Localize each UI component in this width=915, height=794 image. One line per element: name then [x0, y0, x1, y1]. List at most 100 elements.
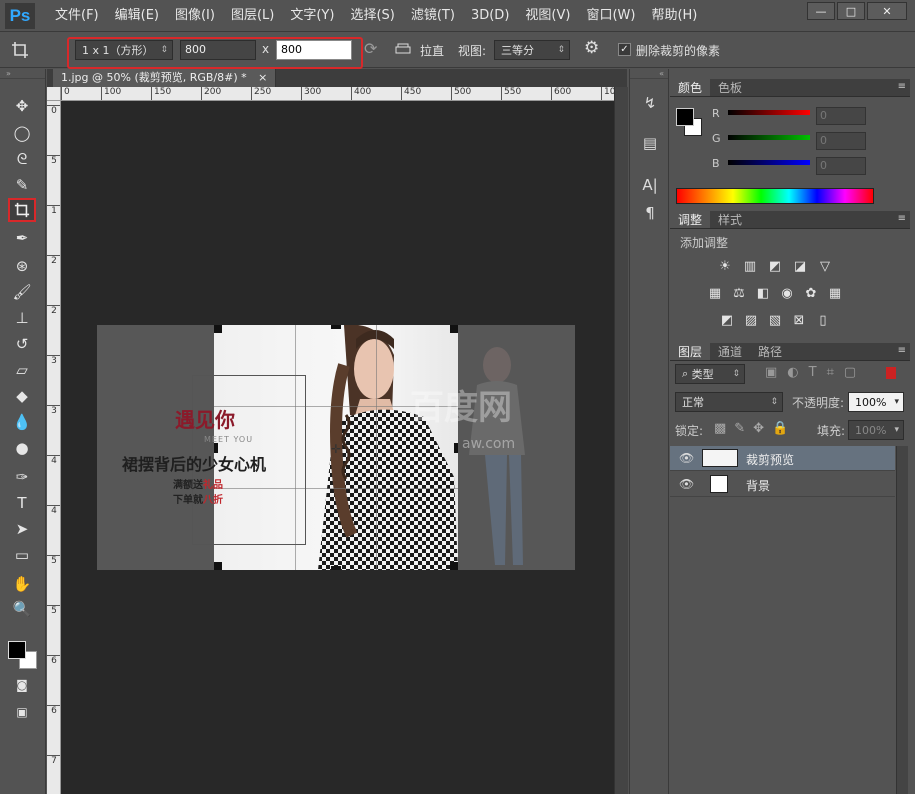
brush-tool-icon[interactable]: 🖌	[8, 280, 36, 304]
menu-image[interactable]: 图像(I)	[167, 0, 223, 32]
posterize-icon[interactable]: ▨	[742, 311, 760, 329]
hand-tool-icon[interactable]: ✋	[8, 572, 36, 596]
screen-mode-icon[interactable]: ▣	[8, 700, 36, 724]
tab-styles[interactable]: 样式	[710, 211, 750, 228]
view-dropdown[interactable]: 三等分 ⇕	[494, 40, 570, 60]
crop-tool-icon[interactable]	[8, 198, 36, 222]
foreground-color-swatch[interactable]	[8, 641, 26, 659]
brightness-icon[interactable]: ☀	[716, 257, 734, 275]
move-tool-icon[interactable]: ✥	[8, 94, 36, 118]
crop-handle-right[interactable]	[454, 443, 458, 453]
history-panel-icon[interactable]: ↯	[637, 91, 663, 115]
blue-value[interactable]: 0	[816, 157, 866, 175]
levels-icon[interactable]: ▥	[741, 257, 759, 275]
layer-filter-dropdown[interactable]: ⌕ 类型 ⇕	[675, 364, 745, 384]
eye-icon[interactable]: 👁	[679, 451, 694, 465]
menu-file[interactable]: 文件(F)	[47, 0, 107, 32]
lock-icons[interactable]: ▩✎✥🔒	[714, 421, 796, 436]
curves-icon[interactable]: ◩	[766, 257, 784, 275]
tab-swatches[interactable]: 色板	[710, 79, 750, 96]
restore-button[interactable]: □	[837, 2, 865, 20]
crop-handle-top-left[interactable]	[214, 325, 222, 333]
quick-select-tool-icon[interactable]: ✎	[8, 173, 36, 197]
menu-type[interactable]: 文字(Y)	[282, 0, 342, 32]
tab-channels[interactable]: 通道	[710, 343, 750, 360]
red-slider[interactable]	[728, 110, 810, 115]
selective-color-icon[interactable]: ⊠	[790, 311, 808, 329]
menu-edit[interactable]: 编辑(E)	[107, 0, 167, 32]
tab-layers[interactable]: 图层	[670, 343, 711, 360]
menu-help[interactable]: 帮助(H)	[643, 0, 705, 32]
color-lookup-icon[interactable]: ▦	[826, 284, 844, 302]
close-icon[interactable]: ×	[258, 71, 267, 84]
zoom-tool-icon[interactable]: 🔍	[8, 597, 36, 621]
photo-filter-icon[interactable]: ◉	[778, 284, 796, 302]
minimize-button[interactable]: —	[807, 2, 835, 20]
horizontal-ruler[interactable]: 0 100 150 200 250 300 400 450 500 550 60…	[61, 87, 614, 101]
tab-adjustments[interactable]: 调整	[670, 211, 711, 228]
blue-slider[interactable]	[728, 160, 810, 165]
crop-handle-bottom-right[interactable]	[450, 562, 458, 570]
eyedropper-tool-icon[interactable]: ✒	[8, 226, 36, 250]
green-value[interactable]: 0	[816, 132, 866, 150]
quick-mask-icon[interactable]: ◙	[8, 673, 36, 697]
properties-panel-icon[interactable]: ▤	[637, 131, 663, 155]
crop-handle-bottom[interactable]	[331, 566, 341, 570]
opacity-field[interactable]: 100% ▾	[848, 392, 904, 412]
menu-layer[interactable]: 图层(L)	[223, 0, 282, 32]
marquee-tool-icon[interactable]: ◯	[8, 121, 36, 145]
panel-menu-icon[interactable]: ≡	[898, 213, 906, 224]
eye-icon[interactable]: 👁	[679, 477, 694, 491]
path-select-tool-icon[interactable]: ➤	[8, 517, 36, 541]
crop-handle-top[interactable]	[331, 325, 341, 329]
red-value[interactable]: 0	[816, 107, 866, 125]
blur-tool-icon[interactable]: 💧	[8, 410, 36, 434]
straighten-icon[interactable]	[395, 41, 411, 58]
layer-row[interactable]: 👁 背景	[670, 472, 895, 497]
healing-tool-icon[interactable]: ⊛	[8, 254, 36, 278]
panel-menu-icon[interactable]: ≡	[898, 345, 906, 356]
color-spectrum[interactable]	[676, 188, 874, 204]
close-button[interactable]: ✕	[867, 2, 907, 20]
straighten-label[interactable]: 拉直	[420, 42, 444, 59]
vibrance-icon[interactable]: ▽	[816, 257, 834, 275]
menu-window[interactable]: 窗口(W)	[578, 0, 643, 32]
lasso-tool-icon[interactable]: ᘓ	[8, 147, 36, 171]
tab-paths[interactable]: 路径	[750, 343, 790, 360]
document-tab[interactable]: 1.jpg @ 50% (裁剪预览, RGB/8#) * ×	[53, 69, 277, 87]
eraser-tool-icon[interactable]: ▱	[8, 358, 36, 382]
type-tool-icon[interactable]: T	[8, 491, 36, 515]
pen-tool-icon[interactable]: ✑	[8, 465, 36, 489]
layer-row[interactable]: 👁 裁剪预览	[670, 446, 895, 471]
menu-view[interactable]: 视图(V)	[517, 0, 578, 32]
filter-toggle[interactable]	[886, 367, 896, 379]
menu-3d[interactable]: 3D(D)	[463, 0, 517, 32]
panel-menu-icon[interactable]: ≡	[898, 81, 906, 92]
green-slider[interactable]	[728, 135, 810, 140]
panel-grip[interactable]: »	[0, 69, 45, 79]
layers-scrollbar[interactable]	[896, 446, 908, 794]
menu-filter[interactable]: 滤镜(T)	[403, 0, 463, 32]
dodge-tool-icon[interactable]: ●	[8, 436, 36, 460]
color-balance-icon[interactable]: ⚖	[730, 284, 748, 302]
shape-tool-icon[interactable]: ▭	[8, 543, 36, 567]
layer-filter-icons[interactable]: ▣◐T⌗▢	[765, 365, 866, 380]
black-white-icon[interactable]: ◧	[754, 284, 772, 302]
crop-tool-preset-icon[interactable]	[0, 33, 40, 68]
stamp-tool-icon[interactable]: ⊥	[8, 306, 36, 330]
gradient-map-icon[interactable]: ▯	[814, 311, 832, 329]
history-brush-icon[interactable]: ↺	[8, 332, 36, 356]
channel-mixer-icon[interactable]: ✿	[802, 284, 820, 302]
threshold-icon[interactable]: ▧	[766, 311, 784, 329]
crop-handle-bottom-left[interactable]	[214, 562, 222, 570]
vertical-ruler[interactable]: 0 5 1 2 2 3 3 4 4 5 5 6 6 7	[47, 101, 61, 794]
blend-mode-dropdown[interactable]: 正常 ⇕	[675, 392, 783, 412]
exposure-icon[interactable]: ◪	[791, 257, 809, 275]
invert-icon[interactable]: ◩	[718, 311, 736, 329]
vertical-scrollbar[interactable]	[614, 87, 628, 794]
tab-color[interactable]: 颜色	[670, 79, 711, 96]
gear-icon[interactable]: ⚙	[584, 38, 599, 58]
delete-pixels-checkbox[interactable]: ✓	[618, 43, 631, 56]
hue-saturation-icon[interactable]: ▦	[706, 284, 724, 302]
fill-field[interactable]: 100% ▾	[848, 420, 904, 440]
